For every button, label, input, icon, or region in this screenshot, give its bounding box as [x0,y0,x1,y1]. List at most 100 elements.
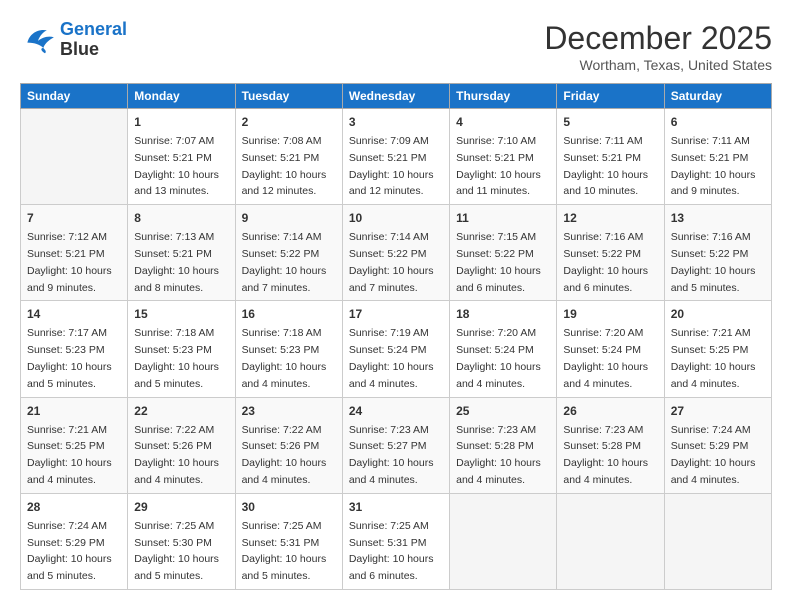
calendar-cell: 31 Sunrise: 7:25 AM Sunset: 5:31 PM Dayli… [342,493,449,589]
calendar-cell: 16 Sunrise: 7:18 AM Sunset: 5:23 PM Dayli… [235,301,342,397]
calendar-cell [21,109,128,205]
day-number: 25 [456,402,550,420]
logo-bird-icon [20,25,56,55]
day-info: Sunrise: 7:23 AM Sunset: 5:28 PM Dayligh… [456,422,550,489]
day-info: Sunrise: 7:22 AM Sunset: 5:26 PM Dayligh… [242,422,336,489]
calendar-cell: 20 Sunrise: 7:21 AM Sunset: 5:25 PM Dayli… [664,301,771,397]
calendar-cell: 28Sunrise: 7:24 AM Sunset: 5:29 PM Dayli… [21,493,128,589]
day-number: 31 [349,498,443,516]
day-number: 6 [671,113,765,131]
calendar-cell: 6Sunrise: 7:11 AM Sunset: 5:21 PM Daylig… [664,109,771,205]
day-info: Sunrise: 7:23 AM Sunset: 5:27 PM Dayligh… [349,422,443,489]
day-info: Sunrise: 7:21 AM Sunset: 5:25 PM Dayligh… [27,422,121,489]
day-number: 20 [671,305,765,323]
day-info: Sunrise: 7:25 AM Sunset: 5:30 PM Dayligh… [134,518,228,585]
calendar-cell: 13 Sunrise: 7:16 AM Sunset: 5:22 PM Dayli… [664,205,771,301]
calendar-cell: 23Sunrise: 7:22 AM Sunset: 5:26 PM Dayli… [235,397,342,493]
week-row-1: 1 Sunrise: 7:07 AM Sunset: 5:21 PM Daylig… [21,109,772,205]
day-number: 17 [349,305,443,323]
day-number: 13 [671,209,765,227]
weekday-header-friday: Friday [557,84,664,109]
day-number: 11 [456,209,550,227]
week-row-2: 7 Sunrise: 7:12 AM Sunset: 5:21 PM Daylig… [21,205,772,301]
day-number: 16 [242,305,336,323]
calendar-cell: 3 Sunrise: 7:09 AM Sunset: 5:21 PM Daylig… [342,109,449,205]
day-info: Sunrise: 7:14 AM Sunset: 5:22 PM Dayligh… [349,229,443,296]
day-number: 5 [563,113,657,131]
day-info: Sunrise: 7:18 AM Sunset: 5:23 PM Dayligh… [134,325,228,392]
calendar-cell: 9 Sunrise: 7:14 AM Sunset: 5:22 PM Daylig… [235,205,342,301]
calendar-table: SundayMondayTuesdayWednesdayThursdayFrid… [20,83,772,590]
day-info: Sunrise: 7:21 AM Sunset: 5:25 PM Dayligh… [671,325,765,392]
calendar-cell [664,493,771,589]
calendar-cell: 2Sunrise: 7:08 AM Sunset: 5:21 PM Daylig… [235,109,342,205]
page-header: General Blue December 2025 Wortham, Texa… [20,20,772,73]
day-info: Sunrise: 7:25 AM Sunset: 5:31 PM Dayligh… [242,518,336,585]
day-info: Sunrise: 7:18 AM Sunset: 5:23 PM Dayligh… [242,325,336,392]
calendar-cell: 29 Sunrise: 7:25 AM Sunset: 5:30 PM Dayli… [128,493,235,589]
day-number: 14 [27,305,121,323]
calendar-cell: 26 Sunrise: 7:23 AM Sunset: 5:28 PM Dayli… [557,397,664,493]
day-number: 22 [134,402,228,420]
logo-text: General Blue [60,20,127,60]
calendar-cell: 7 Sunrise: 7:12 AM Sunset: 5:21 PM Daylig… [21,205,128,301]
day-info: Sunrise: 7:20 AM Sunset: 5:24 PM Dayligh… [563,325,657,392]
month-title: December 2025 [544,20,772,57]
day-number: 15 [134,305,228,323]
day-number: 7 [27,209,121,227]
day-number: 12 [563,209,657,227]
day-info: Sunrise: 7:08 AM Sunset: 5:21 PM Dayligh… [242,133,336,200]
day-number: 4 [456,113,550,131]
day-info: Sunrise: 7:11 AM Sunset: 5:21 PM Dayligh… [563,133,657,200]
calendar-cell: 30 Sunrise: 7:25 AM Sunset: 5:31 PM Dayli… [235,493,342,589]
calendar-cell: 19Sunrise: 7:20 AM Sunset: 5:24 PM Dayli… [557,301,664,397]
day-info: Sunrise: 7:22 AM Sunset: 5:26 PM Dayligh… [134,422,228,489]
day-number: 3 [349,113,443,131]
day-number: 30 [242,498,336,516]
day-number: 8 [134,209,228,227]
day-info: Sunrise: 7:16 AM Sunset: 5:22 PM Dayligh… [563,229,657,296]
day-number: 27 [671,402,765,420]
day-number: 26 [563,402,657,420]
day-info: Sunrise: 7:23 AM Sunset: 5:28 PM Dayligh… [563,422,657,489]
calendar-cell: 12 Sunrise: 7:16 AM Sunset: 5:22 PM Dayli… [557,205,664,301]
day-number: 21 [27,402,121,420]
day-number: 24 [349,402,443,420]
location: Wortham, Texas, United States [544,57,772,73]
weekday-header-monday: Monday [128,84,235,109]
weekday-header-wednesday: Wednesday [342,84,449,109]
day-number: 9 [242,209,336,227]
day-info: Sunrise: 7:15 AM Sunset: 5:22 PM Dayligh… [456,229,550,296]
logo-line1: General [60,19,127,39]
day-info: Sunrise: 7:24 AM Sunset: 5:29 PM Dayligh… [671,422,765,489]
day-info: Sunrise: 7:16 AM Sunset: 5:22 PM Dayligh… [671,229,765,296]
logo-line2: Blue [60,40,127,60]
calendar-cell: 1 Sunrise: 7:07 AM Sunset: 5:21 PM Daylig… [128,109,235,205]
logo: General Blue [20,20,127,60]
week-row-4: 21 Sunrise: 7:21 AM Sunset: 5:25 PM Dayli… [21,397,772,493]
day-info: Sunrise: 7:12 AM Sunset: 5:21 PM Dayligh… [27,229,121,296]
day-info: Sunrise: 7:13 AM Sunset: 5:21 PM Dayligh… [134,229,228,296]
calendar-cell: 25 Sunrise: 7:23 AM Sunset: 5:28 PM Dayli… [450,397,557,493]
calendar-cell: 5 Sunrise: 7:11 AM Sunset: 5:21 PM Daylig… [557,109,664,205]
calendar-cell: 18Sunrise: 7:20 AM Sunset: 5:24 PM Dayli… [450,301,557,397]
day-number: 1 [134,113,228,131]
day-info: Sunrise: 7:14 AM Sunset: 5:22 PM Dayligh… [242,229,336,296]
calendar-cell: 8 Sunrise: 7:13 AM Sunset: 5:21 PM Daylig… [128,205,235,301]
weekday-header-tuesday: Tuesday [235,84,342,109]
calendar-cell: 15 Sunrise: 7:18 AM Sunset: 5:23 PM Dayli… [128,301,235,397]
day-number: 29 [134,498,228,516]
calendar-cell: 27 Sunrise: 7:24 AM Sunset: 5:29 PM Dayli… [664,397,771,493]
day-info: Sunrise: 7:20 AM Sunset: 5:24 PM Dayligh… [456,325,550,392]
weekday-header-thursday: Thursday [450,84,557,109]
day-info: Sunrise: 7:17 AM Sunset: 5:23 PM Dayligh… [27,325,121,392]
weekday-header-saturday: Saturday [664,84,771,109]
day-info: Sunrise: 7:10 AM Sunset: 5:21 PM Dayligh… [456,133,550,200]
week-row-3: 14 Sunrise: 7:17 AM Sunset: 5:23 PM Dayli… [21,301,772,397]
calendar-cell: 22 Sunrise: 7:22 AM Sunset: 5:26 PM Dayli… [128,397,235,493]
day-info: Sunrise: 7:09 AM Sunset: 5:21 PM Dayligh… [349,133,443,200]
day-number: 28 [27,498,121,516]
weekday-header-row: SundayMondayTuesdayWednesdayThursdayFrid… [21,84,772,109]
day-info: Sunrise: 7:25 AM Sunset: 5:31 PM Dayligh… [349,518,443,585]
day-info: Sunrise: 7:07 AM Sunset: 5:21 PM Dayligh… [134,133,228,200]
